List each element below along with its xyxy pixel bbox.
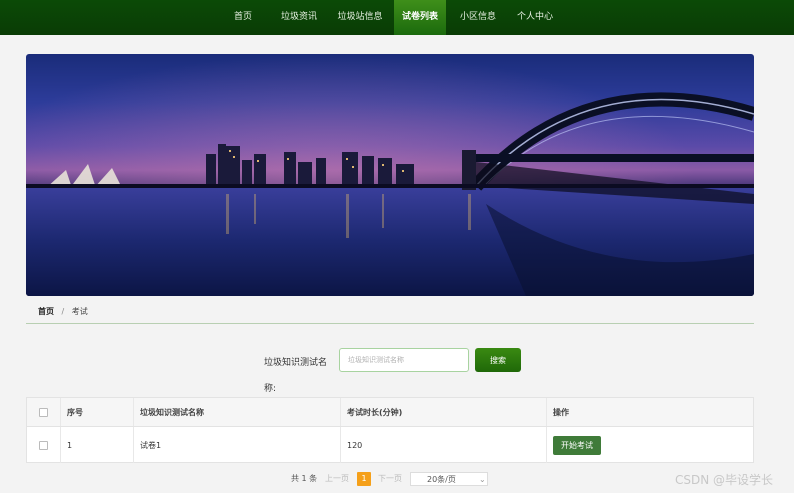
- exam-name-search-input[interactable]: [339, 348, 469, 372]
- banner-carousel[interactable]: [26, 54, 754, 296]
- header-duration: 考试时长(分钟): [341, 398, 547, 426]
- select-all-checkbox[interactable]: [39, 407, 48, 417]
- breadcrumb-separator: /: [61, 307, 65, 316]
- header-index: 序号: [61, 398, 134, 426]
- table-row: 1 试卷1 120 开始考试: [27, 427, 753, 463]
- nav-item-profile[interactable]: 个人中心: [510, 0, 560, 35]
- pagination-page-1[interactable]: 1: [357, 472, 371, 486]
- breadcrumb-current: 考试: [71, 307, 88, 316]
- search-label: 垃圾知识测试名称:: [264, 358, 328, 394]
- pagination-next[interactable]: 下一页: [378, 472, 402, 486]
- nav-item-exam-list[interactable]: 试卷列表: [394, 0, 446, 35]
- pagination-total: 共 1 条: [291, 474, 318, 483]
- row-index: 1: [61, 427, 134, 463]
- nav-item-home[interactable]: 首页: [222, 0, 264, 35]
- header-exam-name: 垃圾知识测试名称: [134, 398, 341, 426]
- nav-item-community[interactable]: 小区信息: [452, 0, 504, 35]
- breadcrumb: 首页 / 考试: [26, 304, 754, 324]
- row-checkbox[interactable]: [39, 440, 48, 450]
- pagination-prev[interactable]: 上一页: [325, 472, 349, 486]
- header-actions: 操作: [553, 407, 569, 417]
- page-size-select[interactable]: 20条/页 ⌄: [410, 472, 488, 486]
- top-nav: 首页 垃圾资讯 垃圾站信息 试卷列表 小区信息 个人中心: [0, 0, 794, 35]
- page-size-value: 20条/页: [427, 475, 456, 484]
- nav-item-garbage-news[interactable]: 垃圾资讯: [274, 0, 324, 35]
- start-exam-button[interactable]: 开始考试: [553, 435, 601, 455]
- row-actions: 开始考试: [547, 427, 753, 463]
- exam-table: 序号 垃圾知识测试名称 考试时长(分钟) 操作 1 试卷1 120 开始考试: [26, 397, 754, 463]
- watermark: CSDN @毕设学长: [675, 473, 774, 487]
- row-exam-name: 试卷1: [134, 427, 341, 463]
- table-header: 序号 垃圾知识测试名称 考试时长(分钟) 操作: [27, 398, 753, 427]
- search-button[interactable]: 搜索: [475, 348, 521, 372]
- select-all-cell: [27, 398, 61, 426]
- nav-item-garbage-station[interactable]: 垃圾站信息: [332, 0, 388, 35]
- row-select-cell: [27, 427, 61, 463]
- chevron-down-icon: ⌄: [479, 475, 486, 484]
- harbor-night-image: [26, 54, 754, 296]
- breadcrumb-home-link[interactable]: 首页: [38, 307, 54, 316]
- row-duration: 120: [341, 427, 547, 463]
